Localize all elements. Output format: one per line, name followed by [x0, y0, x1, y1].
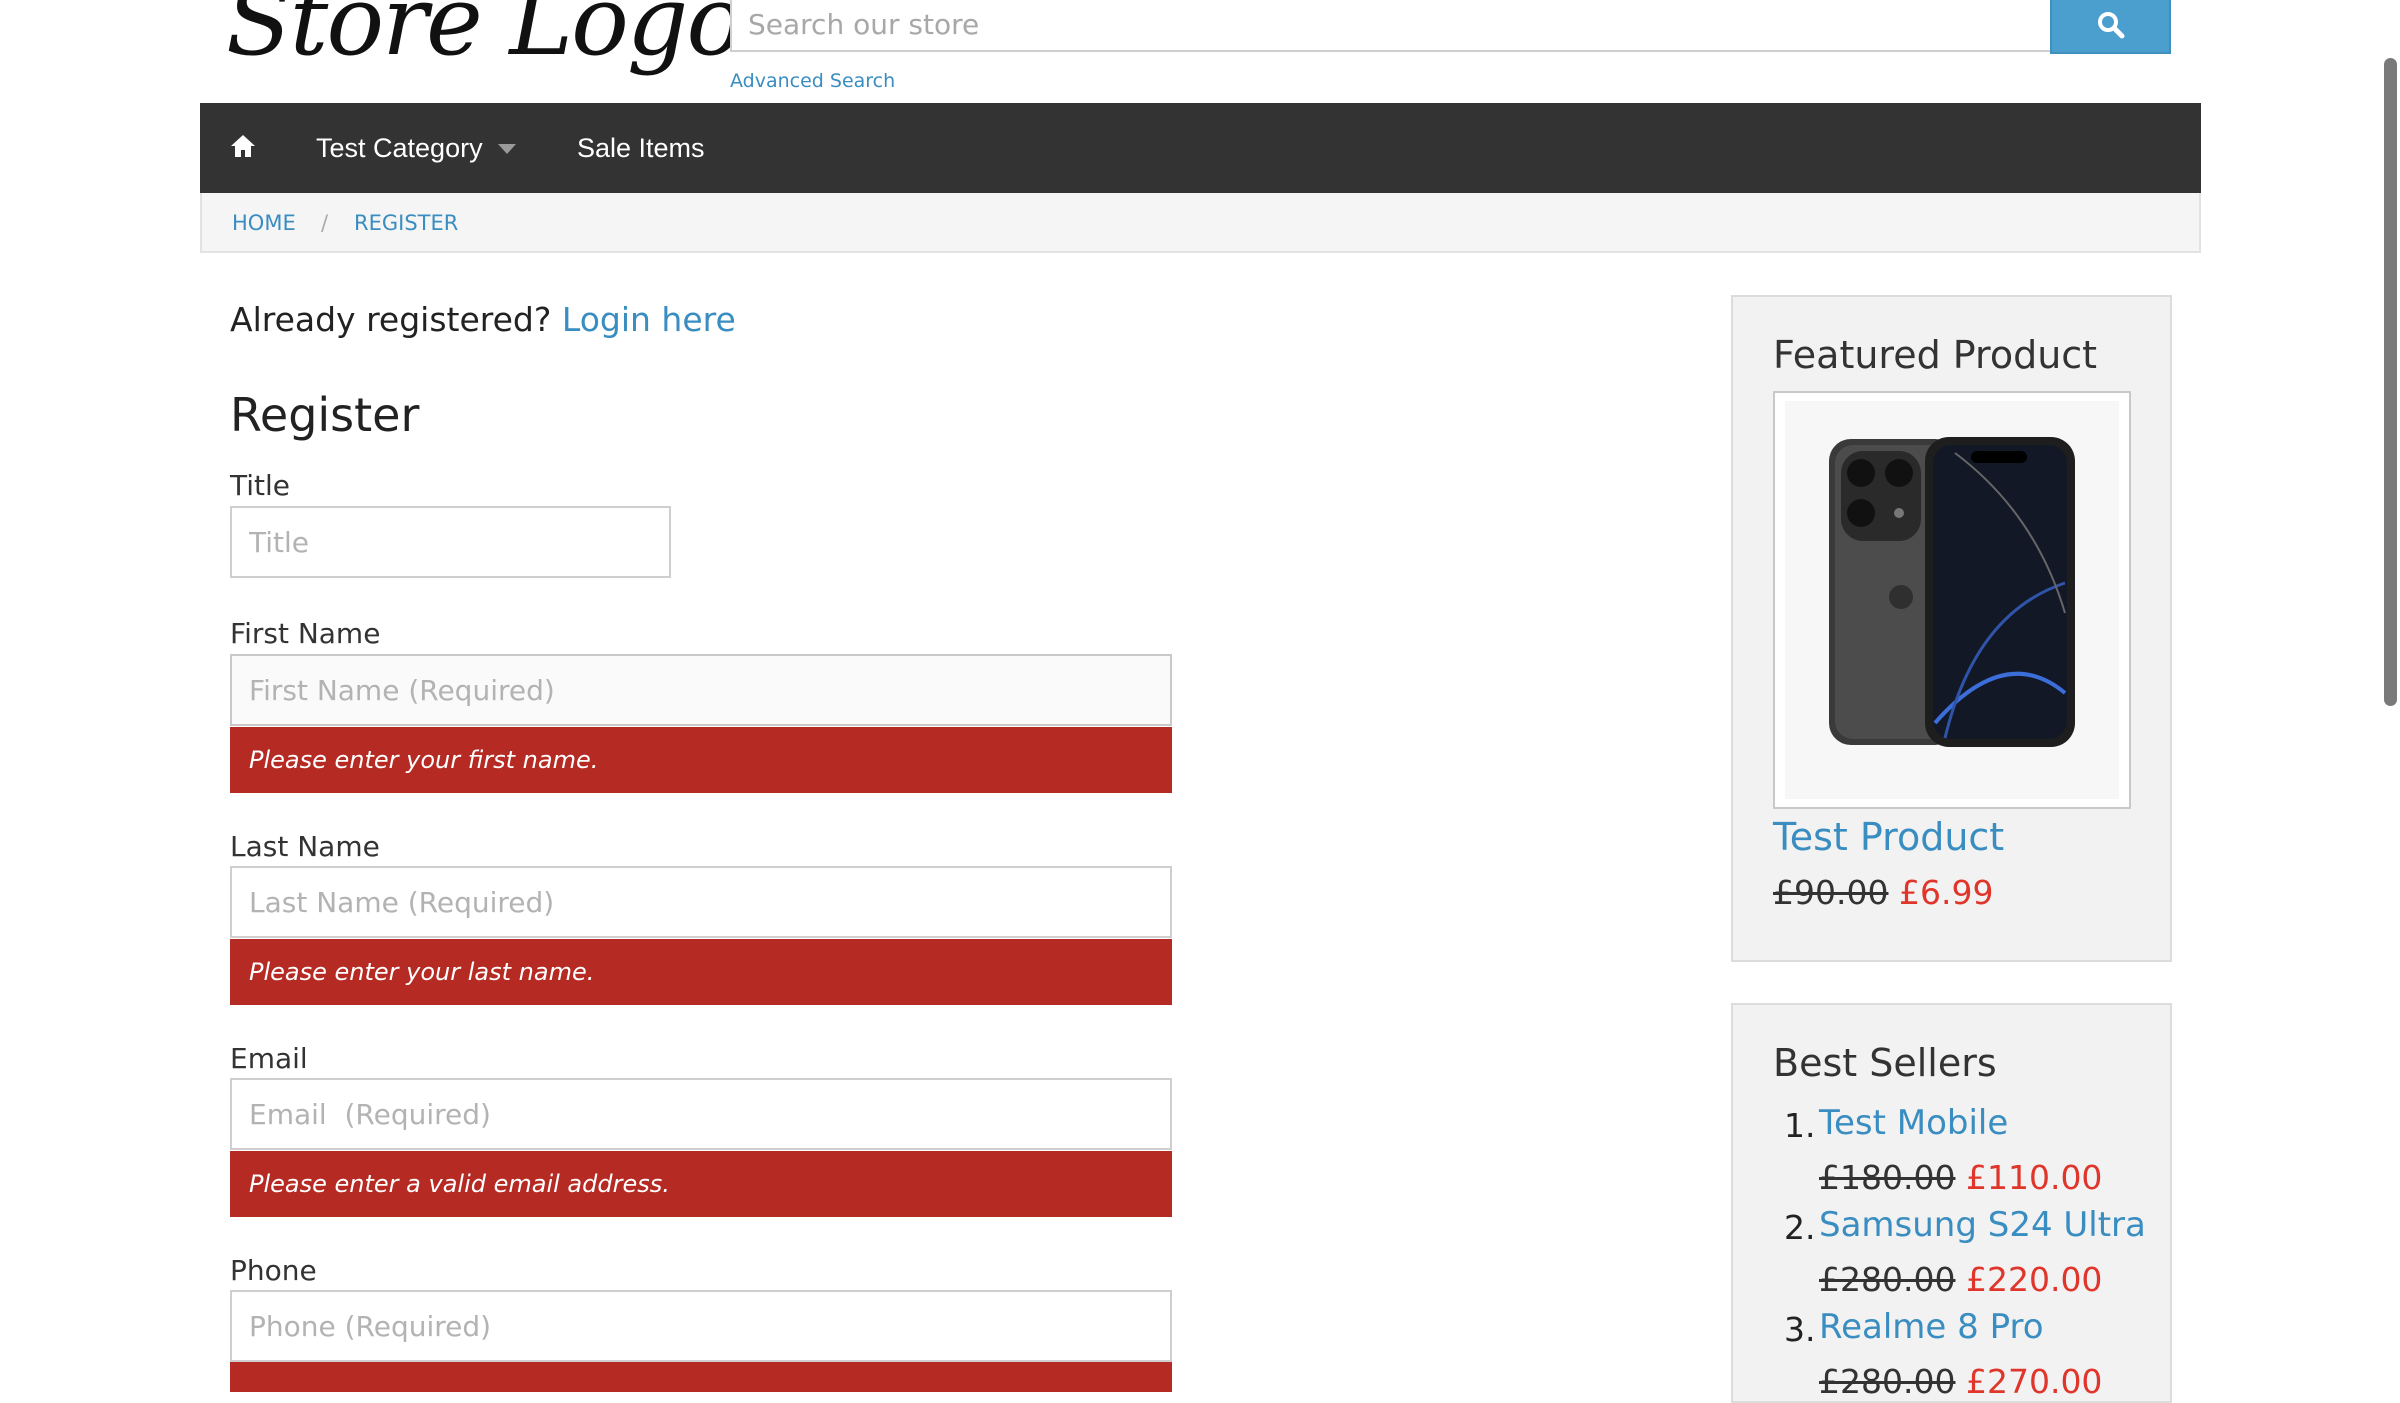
sale-price: £220.00: [1965, 1260, 2103, 1299]
page-title: Register: [230, 388, 420, 442]
best-seller-link[interactable]: Samsung S24 Ultra: [1819, 1205, 2146, 1245]
old-price: £90.00: [1773, 873, 1889, 912]
email-field[interactable]: [230, 1078, 1172, 1150]
email-error: Please enter a valid email address.: [230, 1151, 1172, 1217]
store-logo[interactable]: Store Logo: [226, 0, 744, 76]
featured-product-panel: Featured Product Test Product £90.00 £6.…: [1731, 295, 2172, 962]
title-label: Title: [230, 469, 291, 502]
best-sellers-title: Best Sellers: [1773, 1041, 1997, 1085]
login-link[interactable]: Login here: [562, 300, 736, 339]
chevron-down-icon[interactable]: [498, 144, 516, 154]
email-label: Email: [230, 1042, 308, 1075]
search-icon: [2097, 12, 2124, 39]
advanced-search-link[interactable]: Advanced Search: [730, 70, 895, 92]
already-registered-text: Already registered?: [230, 300, 552, 339]
phone-error: [230, 1362, 1172, 1392]
best-seller-price: £280.00 £220.00: [1819, 1260, 2102, 1299]
first-name-field[interactable]: [230, 654, 1172, 726]
best-seller-link[interactable]: Realme 8 Pro: [1819, 1307, 2044, 1347]
best-seller-link[interactable]: Test Mobile: [1819, 1103, 2008, 1143]
phone-label: Phone: [230, 1254, 317, 1287]
search-button[interactable]: [2050, 0, 2171, 54]
search-input[interactable]: [730, 0, 2052, 52]
last-name-error: Please enter your last name.: [230, 939, 1172, 1005]
breadcrumb: HOME / REGISTER: [200, 193, 2201, 253]
title-field[interactable]: [230, 506, 671, 578]
scrollbar[interactable]: [2384, 58, 2397, 706]
featured-product-link[interactable]: Test Product: [1773, 815, 2004, 859]
best-seller-price: £180.00 £110.00: [1819, 1158, 2102, 1197]
last-name-field[interactable]: [230, 866, 1172, 938]
sale-price: £6.99: [1898, 873, 1994, 912]
nav-item-sale-items[interactable]: Sale Items: [577, 103, 705, 193]
featured-product-image[interactable]: [1773, 391, 2131, 809]
last-name-label: Last Name: [230, 830, 380, 863]
breadcrumb-register[interactable]: REGISTER: [354, 211, 458, 235]
already-registered-prompt: Already registered? Login here: [230, 300, 736, 339]
first-name-label: First Name: [230, 617, 381, 650]
home-icon[interactable]: [230, 133, 256, 159]
main-navbar: Test Category Sale Items: [200, 103, 2201, 193]
best-sellers-panel: Best Sellers 1. Test Mobile £180.00 £110…: [1731, 1003, 2172, 1403]
old-price: £180.00: [1819, 1158, 1956, 1197]
list-item-number: 3.: [1784, 1310, 1816, 1349]
breadcrumb-separator: /: [321, 211, 329, 235]
breadcrumb-home[interactable]: HOME: [232, 211, 296, 235]
featured-product-price: £90.00 £6.99: [1773, 873, 1993, 912]
nav-item-test-category[interactable]: Test Category: [316, 103, 483, 193]
old-price: £280.00: [1819, 1260, 1956, 1299]
list-item-number: 2.: [1784, 1208, 1816, 1247]
phone-image: [1785, 401, 2119, 799]
featured-product-title: Featured Product: [1773, 333, 2098, 377]
list-item-number: 1.: [1784, 1106, 1816, 1145]
phone-field[interactable]: [230, 1290, 1172, 1362]
first-name-error: Please enter your first name.: [230, 727, 1172, 793]
sale-price: £110.00: [1965, 1158, 2103, 1197]
